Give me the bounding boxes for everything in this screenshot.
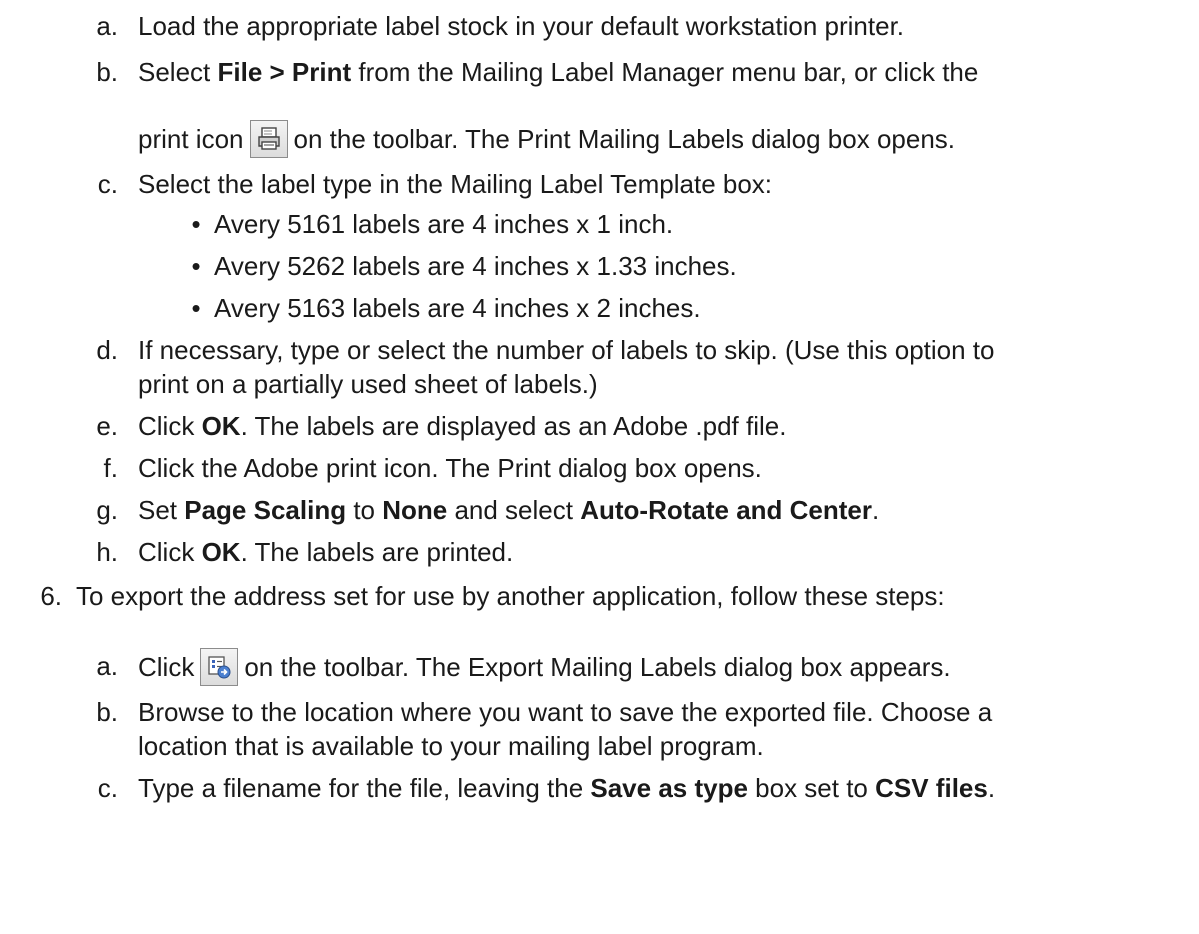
step-marker-6c: c. bbox=[97, 773, 118, 803]
step-b-line1: Select File > Print from the Mailing Lab… bbox=[138, 57, 979, 87]
step-marker-g: g. bbox=[96, 495, 118, 525]
step-marker-6: 6. bbox=[40, 581, 62, 611]
step-marker-a: a. bbox=[96, 11, 118, 41]
bold-save-as-type: Save as type bbox=[590, 773, 748, 803]
bold-none: None bbox=[382, 495, 448, 525]
step-marker-b: b. bbox=[96, 57, 118, 87]
bullet-item: Avery 5262 labels are 4 inches x 1.33 in… bbox=[214, 251, 737, 281]
bold-ok: OK bbox=[201, 537, 241, 567]
step-b-line2: print icon on the toolbar. The Print Mail… bbox=[138, 120, 955, 160]
bullet-item: Avery 5163 labels are 4 inches x 2 inche… bbox=[214, 293, 701, 323]
bold-auto-rotate: Auto-Rotate and Center bbox=[580, 495, 872, 525]
step-c-text: Select the label type in the Mailing Lab… bbox=[138, 169, 773, 199]
step-g-text: Set Page Scaling to None and select Auto… bbox=[138, 495, 880, 525]
bullet-dot: • bbox=[191, 293, 201, 323]
step-a-text: Load the appropriate label stock in your… bbox=[138, 11, 905, 41]
step-marker-d: d. bbox=[96, 335, 118, 365]
printer-icon bbox=[249, 120, 288, 158]
bold-ok: OK bbox=[201, 411, 241, 441]
step-d-line2: print on a partially used sheet of label… bbox=[138, 369, 598, 399]
step-marker-6b: b. bbox=[96, 697, 118, 727]
bullet-item: Avery 5161 labels are 4 inches x 1 inch. bbox=[214, 209, 674, 239]
bullet-dot: • bbox=[191, 209, 201, 239]
export-icon bbox=[200, 648, 239, 686]
step-6b-line1: Browse to the location where you want to… bbox=[138, 697, 993, 727]
step-6-text: To export the address set for use by ano… bbox=[76, 581, 945, 611]
step-e-text: Click OK. The labels are displayed as an… bbox=[138, 411, 787, 441]
step-6a-text: Click on the toolbar. The Export Mailing … bbox=[138, 648, 951, 688]
step-d-line1: If necessary, type or select the number … bbox=[138, 335, 995, 365]
step-marker-c: c. bbox=[97, 169, 118, 199]
step-marker-6a: a. bbox=[96, 651, 118, 681]
step-marker-h: h. bbox=[96, 537, 118, 567]
step-marker-e: e. bbox=[96, 411, 118, 441]
bold-page-scaling: Page Scaling bbox=[184, 495, 347, 525]
step-6c-text: Type a filename for the file, leaving th… bbox=[138, 773, 996, 803]
step-f-text: Click the Adobe print icon. The Print di… bbox=[138, 453, 762, 483]
step-marker-f: f. bbox=[103, 453, 118, 483]
document-page: a. Load the appropriate label stock in y… bbox=[0, 0, 1199, 934]
step-6b-line2: location that is available to your maili… bbox=[138, 731, 764, 761]
bold-csv-files: CSV files bbox=[875, 773, 988, 803]
bold-file-print: File > Print bbox=[217, 57, 352, 87]
bullet-dot: • bbox=[191, 251, 201, 281]
step-h-text: Click OK. The labels are printed. bbox=[138, 537, 514, 567]
